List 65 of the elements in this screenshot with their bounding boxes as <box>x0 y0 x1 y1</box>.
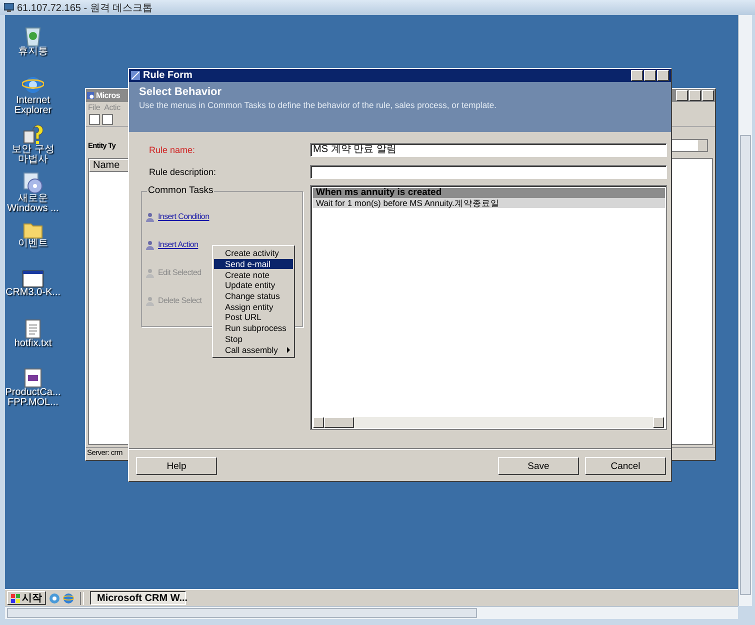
globe-icon[interactable] <box>63 592 74 604</box>
wizard-icon <box>22 123 44 145</box>
person-icon <box>146 296 154 306</box>
person-icon <box>146 212 154 222</box>
submenu-arrow-icon <box>287 346 290 353</box>
desktop-icon-label[interactable]: 새로운 <box>18 194 48 204</box>
menu-item[interactable]: Stop <box>214 334 293 344</box>
trigger-row[interactable]: When ms annuity is created <box>313 188 665 198</box>
group-title: Common Tasks <box>147 185 214 196</box>
text-file-icon <box>25 319 41 339</box>
disc-icon <box>22 172 44 194</box>
app-icon <box>131 71 140 80</box>
header-title: Select Behavior <box>139 86 223 98</box>
folder-icon <box>23 221 43 239</box>
desktop-icon-label[interactable]: Explorer <box>14 106 52 116</box>
menu-item[interactable]: Send e-mail <box>214 258 293 270</box>
windows-flag-icon <box>11 594 20 602</box>
desktop-icon-label[interactable]: FPP.MOL... <box>8 398 58 408</box>
menu-item[interactable]: Create activity <box>214 248 293 259</box>
maximize-button[interactable] <box>644 70 656 81</box>
input-field[interactable]: MS 계약 만료 알림 <box>310 143 667 157</box>
desktop-icon-label[interactable]: 마법사 <box>18 155 48 165</box>
start-button[interactable]: 시작 <box>7 591 46 605</box>
task-link[interactable]: Insert Action <box>158 240 198 249</box>
dialog-button[interactable]: Save <box>498 457 579 475</box>
quick-launch-icon[interactable] <box>49 592 60 604</box>
input-field[interactable] <box>310 165 667 179</box>
window-title: Micros <box>96 91 120 100</box>
dialog-button[interactable]: Cancel <box>585 457 666 475</box>
menu-item[interactable]: Assign entity <box>214 301 293 312</box>
dialog-button[interactable]: Help <box>136 457 217 475</box>
window-title: Rule Form <box>143 70 192 81</box>
minimize-button[interactable] <box>631 70 643 81</box>
menu-item[interactable]: Run subprocess <box>214 322 293 334</box>
horizontal-scrollbar[interactable] <box>5 606 738 619</box>
person-icon <box>146 240 154 250</box>
menu-item[interactable]: Create note <box>214 269 293 280</box>
desktop-icon-label[interactable]: ProductCa... <box>5 388 61 398</box>
desktop-icon-label[interactable]: 이벤트 <box>18 239 48 249</box>
menu-item[interactable]: Update entity <box>214 280 293 291</box>
close-button[interactable] <box>657 70 669 81</box>
desktop-icon-label[interactable]: 보안 구성 <box>12 145 54 155</box>
action-row[interactable]: Wait for 1 mon(s) before MS Annuity.계약종료일 <box>313 198 665 208</box>
document-icon <box>24 368 42 388</box>
desktop-icon-label[interactable]: Internet <box>16 96 50 106</box>
globe-icon <box>22 74 44 96</box>
taskbar-button[interactable]: Microsoft CRM W... <box>90 591 186 605</box>
window-title: 61.107.72.165 - 원격 데스크톱 <box>17 2 153 14</box>
desktop-icon-label[interactable]: CRM3.0-K... <box>5 288 60 298</box>
field-label: Rule description: <box>148 167 218 177</box>
monitor-icon <box>4 3 14 12</box>
window-icon <box>22 270 44 288</box>
vertical-scrollbar[interactable] <box>738 15 752 606</box>
desktop-icon-label[interactable]: 휴지통 <box>18 47 48 57</box>
task-link[interactable]: Insert Condition <box>158 212 210 221</box>
menu-item[interactable]: Change status <box>214 290 293 302</box>
desktop-icon-label[interactable]: hotfix.txt <box>14 339 52 349</box>
field-label: Rule name: <box>148 145 196 155</box>
menu-item[interactable]: Post URL <box>214 312 293 323</box>
menu-item[interactable]: Call assembly <box>214 344 293 355</box>
horizontal-scrollbar[interactable] <box>313 417 664 428</box>
header-description: Use the menus in Common Tasks to define the behavior of the rule, sales process, or template. <box>139 100 498 110</box>
desktop-icon-label[interactable]: Windows ... <box>7 204 59 214</box>
recycle-bin-icon <box>23 25 43 47</box>
person-icon <box>146 268 154 278</box>
